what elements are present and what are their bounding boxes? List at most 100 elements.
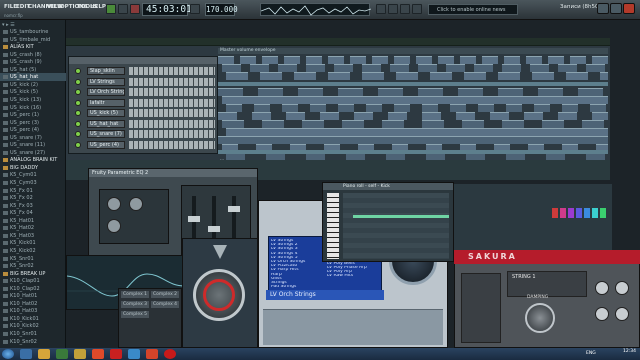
taskbar-app-icon[interactable]: [20, 349, 32, 359]
taskbar-app-icon[interactable]: [74, 349, 86, 359]
channel-mute-led[interactable]: [75, 131, 81, 137]
preset-button[interactable]: Complex 5: [121, 311, 149, 318]
channel-button[interactable]: LV Strings: [87, 77, 125, 86]
pattern-clip[interactable]: [470, 136, 498, 144]
pattern-clip[interactable]: [446, 64, 465, 72]
channel-mute-led[interactable]: [75, 68, 81, 74]
step-sequencer-row[interactable]: [129, 98, 215, 107]
pattern-clip[interactable]: [258, 88, 283, 96]
channel-button[interactable]: US_hat_hat: [87, 119, 125, 128]
pattern-clip[interactable]: [218, 136, 246, 144]
pattern-clip[interactable]: [502, 120, 524, 128]
record-button[interactable]: [130, 4, 140, 14]
pattern-clip[interactable]: [498, 88, 523, 96]
pattern-clip[interactable]: [320, 112, 339, 120]
pattern-clip[interactable]: [350, 56, 366, 64]
pattern-clip[interactable]: [526, 56, 542, 64]
pattern-clip[interactable]: [250, 64, 269, 72]
step-sequencer-row[interactable]: [129, 140, 215, 149]
pattern-clip[interactable]: [558, 64, 577, 72]
pattern-clip[interactable]: [456, 112, 475, 120]
pattern-clip[interactable]: [294, 72, 316, 80]
pattern-clip[interactable]: [548, 56, 564, 64]
pattern-clip[interactable]: [274, 136, 302, 144]
taskbar-app-icon[interactable]: [146, 349, 158, 359]
channel-mute-led[interactable]: [75, 120, 81, 127]
pattern-clip[interactable]: [464, 72, 486, 80]
pattern-clip[interactable]: [558, 112, 577, 120]
timeline-ruler[interactable]: [66, 38, 610, 46]
channel-mute-led[interactable]: [75, 89, 81, 95]
pattern-clip[interactable]: [218, 56, 234, 64]
pattern-clip[interactable]: [372, 56, 388, 64]
sakura-damping-knob[interactable]: [525, 303, 555, 333]
pattern-clip[interactable]: [596, 96, 608, 104]
pattern-clip[interactable]: [578, 88, 603, 96]
close-button[interactable]: [623, 3, 635, 14]
menu-help[interactable]: HELP: [90, 4, 106, 14]
pattern-clip[interactable]: [342, 120, 364, 128]
pattern-clip[interactable]: [218, 88, 243, 96]
metronome-button[interactable]: [400, 4, 410, 14]
record-app-icon[interactable]: [164, 349, 176, 359]
play-button[interactable]: [106, 4, 116, 14]
pattern-clip[interactable]: [504, 56, 520, 64]
pattern-clip[interactable]: [418, 64, 437, 72]
sakura-knob[interactable]: [615, 307, 629, 321]
preset-button[interactable]: Complex 4: [151, 301, 179, 308]
pattern-clip[interactable]: [390, 64, 409, 72]
start-button[interactable]: [2, 349, 14, 359]
pattern-clip[interactable]: [394, 104, 410, 112]
channel-button[interactable]: LV Orch Strings: [87, 88, 125, 96]
pattern-clip[interactable]: [286, 112, 305, 120]
pattern-clip[interactable]: [302, 120, 324, 128]
fader-handle[interactable]: [188, 216, 200, 222]
pattern-clip[interactable]: [502, 64, 521, 72]
preset-item[interactable]: LV Raw Hits: [327, 274, 381, 278]
piano-roll-titlebar[interactable]: Piano roll - self - Kick: [323, 183, 453, 190]
pattern-clip[interactable]: [422, 104, 438, 112]
pattern-clip[interactable]: [278, 64, 297, 72]
eq-freq-knob[interactable]: [107, 197, 121, 211]
pattern-clip[interactable]: [600, 72, 608, 80]
language-indicator[interactable]: ENG: [586, 351, 596, 356]
pattern-clip[interactable]: [458, 88, 483, 96]
channel-button[interactable]: lafaltr: [87, 98, 125, 107]
pattern-clip[interactable]: [460, 56, 476, 64]
pattern-clip[interactable]: [262, 56, 278, 64]
sakura-knob[interactable]: [595, 307, 609, 321]
channel-mute-led[interactable]: [75, 110, 81, 116]
pattern-clip[interactable]: [530, 64, 549, 72]
pattern-clip[interactable]: [338, 104, 354, 112]
tempo-display[interactable]: 170.000: [205, 3, 238, 16]
pattern-clip[interactable]: [366, 104, 382, 112]
pattern-clip[interactable]: [330, 136, 358, 144]
pattern-clip[interactable]: [226, 104, 242, 112]
pattern-clip[interactable]: [262, 120, 284, 128]
typing-keyboard-button[interactable]: [388, 4, 398, 14]
pattern-clip[interactable]: [260, 72, 282, 80]
stop-button[interactable]: [118, 4, 128, 14]
eq-gain-knob[interactable]: [129, 197, 143, 211]
pattern-clip[interactable]: [222, 64, 241, 72]
pattern-clip[interactable]: [498, 136, 526, 144]
step-sequencer-row[interactable]: [129, 130, 215, 138]
pattern-clip[interactable]: [282, 104, 298, 112]
pattern-clip[interactable]: [394, 56, 410, 64]
pattern-clip[interactable]: [600, 128, 608, 136]
step-sequencer-row[interactable]: [129, 119, 215, 128]
channel-mute-led[interactable]: [75, 78, 81, 85]
channel-rack-titlebar[interactable]: [69, 57, 217, 64]
pattern-clip[interactable]: [534, 104, 550, 112]
fl-studio-icon[interactable]: [92, 349, 104, 359]
step-sequencer-row[interactable]: [129, 88, 215, 96]
snap-button[interactable]: [376, 4, 386, 14]
pattern-clip[interactable]: [362, 64, 381, 72]
pattern-clip[interactable]: [418, 88, 443, 96]
note-grid[interactable]: [343, 193, 449, 259]
pattern-clip[interactable]: [422, 120, 444, 128]
pattern-clip[interactable]: [562, 104, 578, 112]
step-sequencer-row[interactable]: [129, 67, 215, 75]
channel-button[interactable]: US_kick (5): [87, 109, 125, 117]
preset-button[interactable]: Complex 2: [151, 291, 179, 298]
